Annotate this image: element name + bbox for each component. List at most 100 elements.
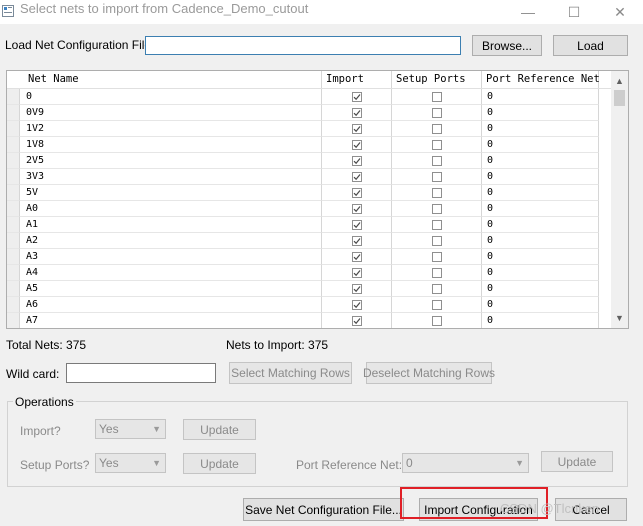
save-net-config-button[interactable]: Save Net Configuration File... [243,498,404,521]
setup-ports-checkbox[interactable] [431,155,442,166]
setup-ports-checkbox[interactable] [431,139,442,150]
import-cell[interactable] [322,233,392,249]
net-name-cell[interactable]: A4 [20,265,322,281]
row-header[interactable] [7,233,20,249]
import-cell[interactable] [322,105,392,121]
port-reference-net-cell[interactable]: 0 [482,281,599,297]
setup-ports-checkbox[interactable] [431,299,442,310]
setup-ports-cell[interactable] [392,233,482,249]
import-checkbox[interactable] [351,187,362,198]
setup-ports-cell[interactable] [392,89,482,105]
net-name-cell[interactable]: A1 [20,217,322,233]
setup-ports-cell[interactable] [392,297,482,313]
setup-ports-cell[interactable] [392,265,482,281]
setup-ports-cell[interactable] [392,153,482,169]
port-reference-net-cell[interactable]: 0 [482,169,599,185]
import-checkbox[interactable] [351,107,362,118]
table-row[interactable]: 2V5 0 [7,153,612,169]
port-reference-net-cell[interactable]: 0 [482,265,599,281]
row-header[interactable] [7,281,20,297]
import-cell[interactable] [322,153,392,169]
table-row[interactable]: 0V9 0 [7,105,612,121]
scrollbar-thumb[interactable] [614,90,625,106]
port-reference-net-cell[interactable]: 0 [482,153,599,169]
setup-ports-cell[interactable] [392,201,482,217]
table-row[interactable]: A1 0 [7,217,612,233]
row-header[interactable] [7,265,20,281]
port-reference-update-button[interactable]: Update [541,451,613,472]
table-row[interactable]: A2 0 [7,233,612,249]
browse-button[interactable]: Browse... [472,35,542,56]
setup-ports-checkbox[interactable] [431,187,442,198]
net-name-cell[interactable]: A3 [20,249,322,265]
net-name-cell[interactable]: A7 [20,313,322,328]
import-cell[interactable] [322,201,392,217]
import-cell[interactable] [322,313,392,328]
import-checkbox[interactable] [351,283,362,294]
import-cell[interactable] [322,185,392,201]
row-header[interactable] [7,217,20,233]
import-checkbox[interactable] [351,251,362,262]
column-header-port-reference-net[interactable]: Port Reference Net [482,71,600,88]
port-reference-net-cell[interactable]: 0 [482,121,599,137]
table-row[interactable]: A6 0 [7,297,612,313]
net-name-cell[interactable]: 0V9 [20,105,322,121]
row-header[interactable] [7,169,20,185]
import-cell[interactable] [322,249,392,265]
port-reference-net-cell[interactable]: 0 [482,233,599,249]
setup-ports-checkbox[interactable] [431,283,442,294]
import-cell[interactable] [322,297,392,313]
table-row[interactable]: A4 0 [7,265,612,281]
import-checkbox[interactable] [351,123,362,134]
row-header[interactable] [7,313,20,328]
port-reference-net-cell[interactable]: 0 [482,313,599,328]
column-header-net-name[interactable]: Net Name [7,71,322,88]
port-reference-net-cell[interactable]: 0 [482,201,599,217]
setup-ports-cell[interactable] [392,217,482,233]
row-header[interactable] [7,185,20,201]
import-cell[interactable] [322,217,392,233]
import-checkbox[interactable] [351,267,362,278]
row-header[interactable] [7,297,20,313]
port-reference-net-cell[interactable]: 0 [482,137,599,153]
table-row[interactable]: 5V 0 [7,185,612,201]
vertical-scrollbar[interactable]: ▲ ▼ [611,71,628,328]
import-checkbox[interactable] [351,91,362,102]
net-name-cell[interactable]: A6 [20,297,322,313]
setup-ports-checkbox[interactable] [431,251,442,262]
setup-ports-checkbox[interactable] [431,171,442,182]
port-reference-net-select[interactable]: 0 ▼ [402,453,529,473]
close-button[interactable]: ✕ [597,0,643,24]
row-header[interactable] [7,201,20,217]
port-reference-net-cell[interactable]: 0 [482,249,599,265]
row-header[interactable] [7,121,20,137]
import-checkbox[interactable] [351,171,362,182]
setup-ports-cell[interactable] [392,185,482,201]
import-checkbox[interactable] [351,155,362,166]
port-reference-net-cell[interactable]: 0 [482,105,599,121]
table-row[interactable]: A5 0 [7,281,612,297]
setup-ports-cell[interactable] [392,169,482,185]
row-header[interactable] [7,249,20,265]
setup-ports-checkbox[interactable] [431,107,442,118]
import-cell[interactable] [322,281,392,297]
setup-ports-checkbox[interactable] [431,315,442,326]
import-checkbox[interactable] [351,139,362,150]
setup-ports-checkbox[interactable] [431,123,442,134]
setup-ports-checkbox[interactable] [431,235,442,246]
import-checkbox[interactable] [351,203,362,214]
import-checkbox[interactable] [351,299,362,310]
row-header[interactable] [7,153,20,169]
setup-ports-checkbox[interactable] [431,91,442,102]
scroll-down-icon[interactable]: ▼ [611,311,628,325]
port-reference-net-cell[interactable]: 0 [482,185,599,201]
setup-ports-cell[interactable] [392,249,482,265]
setup-ports-checkbox[interactable] [431,267,442,278]
deselect-matching-rows-button[interactable]: Deselect Matching Rows [363,362,495,384]
column-header-import[interactable]: Import [322,71,392,88]
import-update-button[interactable]: Update [183,419,256,440]
setup-ports-cell[interactable] [392,281,482,297]
select-matching-rows-button[interactable]: Select Matching Rows [229,362,352,384]
table-row[interactable]: 3V3 0 [7,169,612,185]
setup-ports-cell[interactable] [392,121,482,137]
